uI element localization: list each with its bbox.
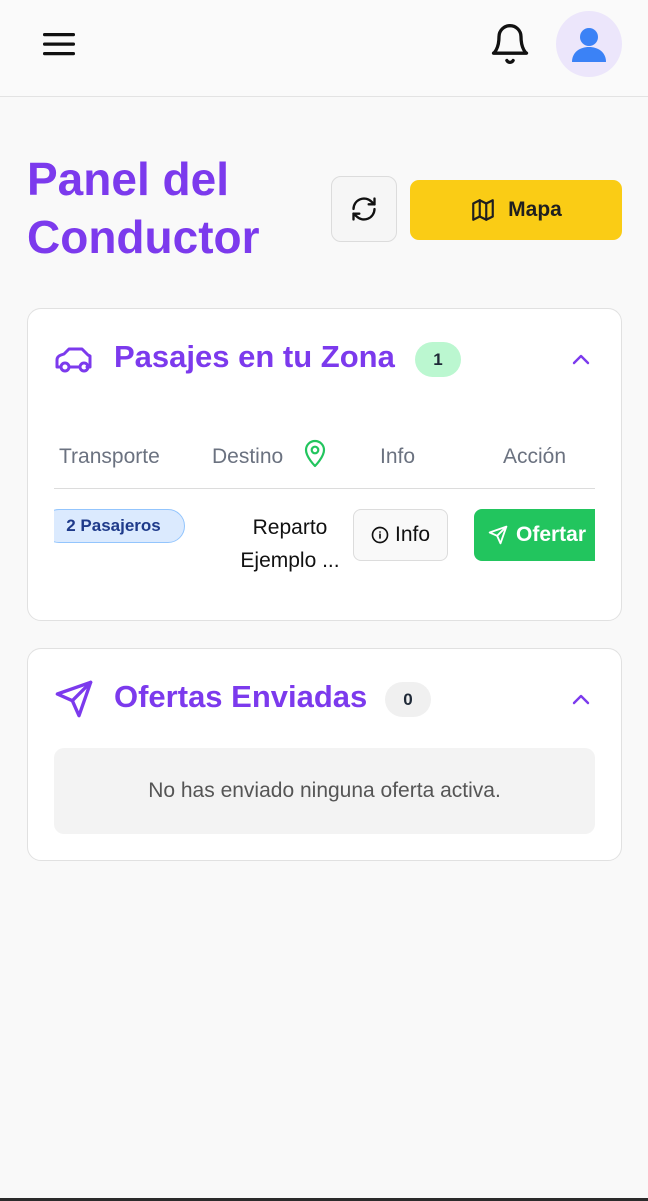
offer-button[interactable]: Ofertar: [474, 509, 595, 561]
table-row: 2 Pasajeros Reparto Ejemplo ... Info Ofe…: [54, 499, 595, 589]
chevron-up-icon[interactable]: [568, 349, 594, 369]
column-header-transporte: Transporte: [59, 445, 160, 468]
info-icon: [371, 526, 389, 544]
sent-offers-count-badge: 0: [385, 682, 431, 717]
trips-table-header: Transporte Destino Info Acción: [54, 421, 595, 489]
top-bar: [0, 0, 648, 97]
user-avatar[interactable]: [556, 11, 622, 77]
refresh-icon: [352, 197, 376, 221]
passengers-badge: 2 Pasajeros: [54, 509, 185, 543]
empty-offers-message: No has enviado ninguna oferta activa.: [54, 748, 595, 834]
user-avatar-icon: [572, 28, 606, 62]
menu-button[interactable]: [40, 28, 78, 60]
zone-trips-count-badge: 1: [415, 342, 461, 377]
offer-button-label: Ofertar: [516, 523, 587, 546]
column-header-info: Info: [380, 445, 416, 468]
bell-icon: [491, 24, 529, 64]
column-header-destino: Destino: [212, 445, 284, 468]
refresh-button[interactable]: [331, 176, 397, 242]
map-button[interactable]: Mapa: [410, 180, 622, 240]
chevron-up-icon[interactable]: [568, 689, 594, 709]
page-title: Panel del Conductor: [27, 153, 260, 263]
info-button[interactable]: Info: [353, 509, 448, 561]
zone-trips-header[interactable]: Pasajes en tu Zona 1: [28, 309, 621, 409]
send-icon: [55, 680, 93, 718]
destination-text: Reparto Ejemplo ...: [240, 516, 340, 572]
zone-trips-card: Pasajes en tu Zona 1 Transporte Destino …: [27, 308, 622, 621]
map-button-label: Mapa: [508, 198, 562, 221]
sent-offers-title: Ofertas Enviadas: [114, 679, 368, 714]
location-pin-icon: [304, 439, 326, 468]
map-icon: [472, 199, 494, 221]
column-header-accion: Acción: [503, 445, 567, 468]
info-button-label: Info: [394, 523, 431, 546]
car-icon: [55, 347, 92, 373]
sent-offers-card: Ofertas Enviadas 0 No has enviado ningun…: [27, 648, 622, 861]
notifications-button[interactable]: [488, 22, 532, 66]
send-icon: [488, 525, 508, 545]
zone-trips-title: Pasajes en tu Zona: [114, 339, 395, 374]
hamburger-menu-icon: [43, 33, 75, 56]
sent-offers-header[interactable]: Ofertas Enviadas 0: [28, 649, 621, 749]
